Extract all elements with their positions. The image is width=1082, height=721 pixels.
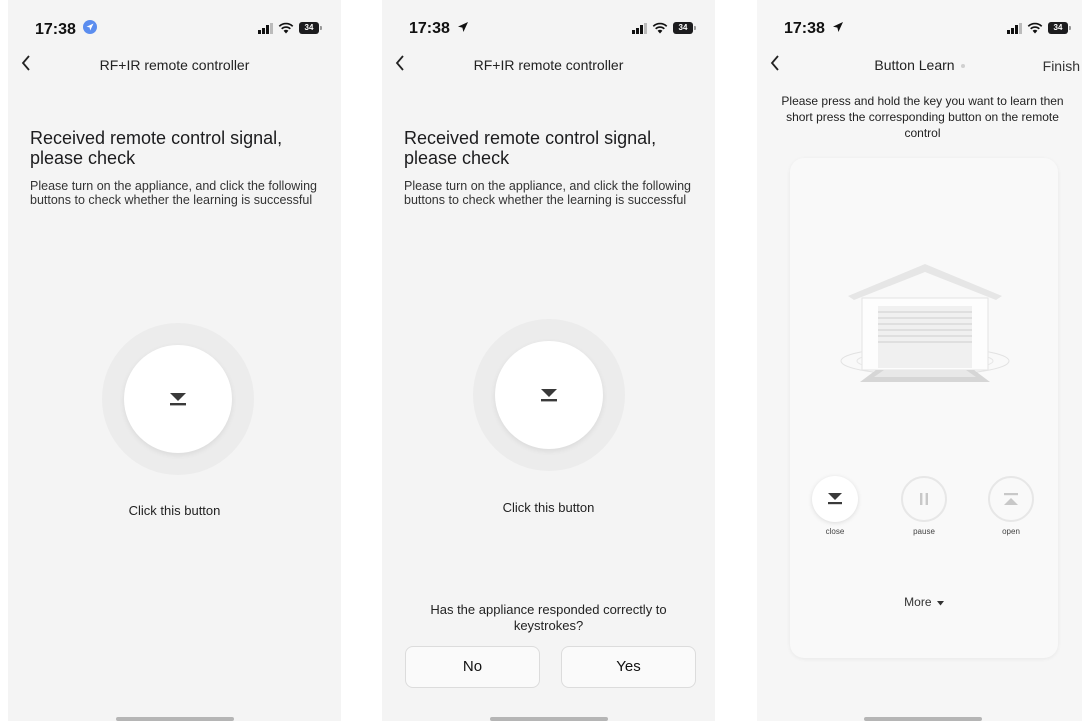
test-button[interactable] xyxy=(124,345,232,453)
pause-label: pause xyxy=(913,527,935,536)
pause-button[interactable] xyxy=(901,476,947,522)
signal-icon xyxy=(1007,22,1022,34)
page-heading: Received remote control signal, please c… xyxy=(404,128,657,168)
battery-icon: 34 xyxy=(299,22,322,34)
nav-title: Button Learn xyxy=(757,57,1082,73)
open-label: open xyxy=(1002,527,1020,536)
close-button[interactable] xyxy=(812,476,858,522)
close-arrow-icon xyxy=(541,389,557,402)
location-arrow-icon xyxy=(457,20,469,38)
close-arrow-icon xyxy=(170,393,186,406)
yes-button[interactable]: Yes xyxy=(561,646,696,688)
battery-level: 34 xyxy=(678,23,688,32)
nav-title: RF+IR remote controller xyxy=(99,57,250,73)
wifi-icon xyxy=(1027,22,1043,34)
click-hint: Click this button xyxy=(502,500,595,515)
nav-bar: RF+IR remote controller xyxy=(8,52,341,80)
more-dropdown[interactable]: More xyxy=(790,595,1058,609)
learn-instruction: Please press and hold the key you want t… xyxy=(781,94,1064,140)
open-arrow-icon xyxy=(1004,493,1018,505)
time-text: 17:38 xyxy=(35,21,76,38)
status-bar: 17:38 34 xyxy=(757,20,1082,42)
control-open[interactable]: open xyxy=(986,476,1036,536)
page-description: Please turn on the appliance, and click … xyxy=(30,179,317,207)
battery-icon: 34 xyxy=(673,22,696,34)
wifi-icon xyxy=(652,22,668,34)
time-text: 17:38 xyxy=(409,20,450,37)
nav-bar: RF+IR remote controller xyxy=(382,52,715,80)
phone-screen-3: 17:38 34 Button Learn Finish Please pres… xyxy=(757,0,1082,721)
close-arrow-icon xyxy=(828,493,842,505)
wifi-icon xyxy=(278,22,294,34)
location-arrow-icon xyxy=(832,20,844,38)
pause-icon xyxy=(920,493,928,505)
test-button[interactable] xyxy=(495,341,603,449)
home-indicator xyxy=(116,717,234,721)
status-bar: 17:38 34 xyxy=(382,20,715,42)
garage-door-icon xyxy=(840,258,1010,403)
status-time: 17:38 xyxy=(35,20,98,39)
control-pause[interactable]: pause xyxy=(899,476,949,536)
status-time: 17:38 xyxy=(784,20,844,38)
confirm-question: Has the appliance responded correctly to… xyxy=(430,602,667,633)
phone-screen-1: 17:38 34 RF+IR remote controller Receive… xyxy=(8,0,341,721)
finish-button[interactable]: Finish xyxy=(1043,58,1080,74)
more-label: More xyxy=(904,595,932,609)
close-label: close xyxy=(825,527,845,536)
battery-level: 34 xyxy=(1053,23,1063,32)
control-close[interactable]: close xyxy=(810,476,860,536)
phone-screen-2: 17:38 34 RF+IR remote controller Receive… xyxy=(382,0,715,721)
home-indicator xyxy=(490,717,608,721)
nav-bar: Button Learn Finish xyxy=(757,52,1082,80)
signal-icon xyxy=(632,22,647,34)
battery-icon: 34 xyxy=(1048,22,1071,34)
status-time: 17:38 xyxy=(409,20,469,38)
time-text: 17:38 xyxy=(784,20,825,37)
page-description: Please turn on the appliance, and click … xyxy=(404,179,691,207)
battery-level: 34 xyxy=(304,23,314,32)
nav-title-text: Button Learn xyxy=(874,57,955,73)
status-dot xyxy=(960,64,965,69)
status-bar: 17:38 34 xyxy=(8,20,341,42)
caret-down-icon xyxy=(936,601,944,606)
click-hint: Click this button xyxy=(128,503,221,518)
location-arrow-icon xyxy=(83,20,98,39)
page-heading: Received remote control signal, please c… xyxy=(30,128,283,168)
remote-card: close pause open More xyxy=(790,158,1058,658)
test-button-halo xyxy=(102,323,254,475)
nav-title: RF+IR remote controller xyxy=(473,57,624,73)
no-button[interactable]: No xyxy=(405,646,540,688)
home-indicator xyxy=(864,717,982,721)
open-button[interactable] xyxy=(988,476,1034,522)
signal-icon xyxy=(258,22,273,34)
test-button-halo xyxy=(473,319,625,471)
